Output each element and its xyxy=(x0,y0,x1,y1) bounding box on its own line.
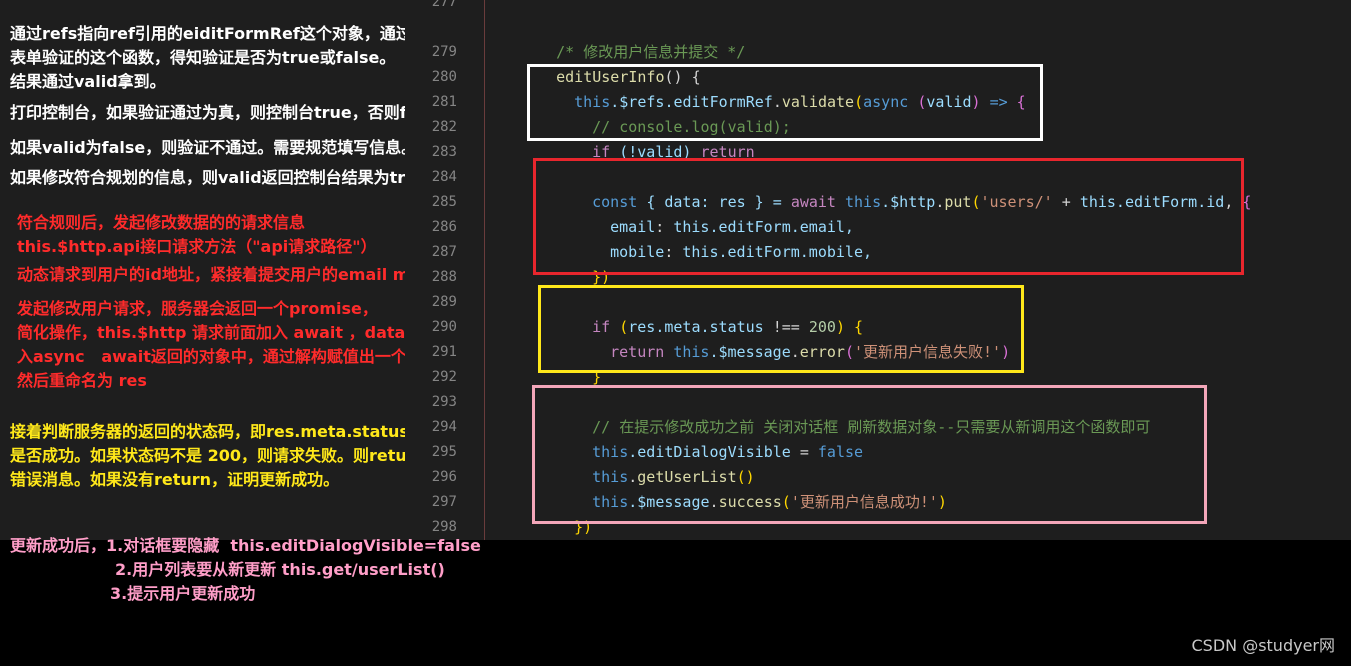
highlight-box-status xyxy=(538,285,1024,373)
line-number: 291 xyxy=(431,344,457,360)
line-number: 281 xyxy=(431,94,457,110)
line-number: 297 xyxy=(431,494,457,510)
note-console: 打印控制台，如果验证通过为真，则控制台true，否则false xyxy=(10,103,444,122)
line-number-gutter: 277 279 280 281 282 283 284 285 286 287 … xyxy=(405,0,496,540)
code-line: /* 修改用户信息并提交 */ xyxy=(520,15,745,61)
line-number: 292 xyxy=(431,369,457,385)
line-number: 277 xyxy=(431,0,457,10)
note-promise-4: 然后重命名为 res xyxy=(17,371,147,390)
highlight-box-success xyxy=(532,385,1207,524)
line-number: 290 xyxy=(431,319,457,335)
note-promise-1: 发起修改用户请求，服务器会返回一个promise， xyxy=(17,299,378,318)
line-number: 296 xyxy=(431,469,457,485)
line-number: 295 xyxy=(431,444,457,460)
line-number: 293 xyxy=(431,394,457,410)
note-success-1: 更新成功后，1.对话框要隐藏 this.editDialogVisible=fa… xyxy=(10,536,481,555)
line-number: 289 xyxy=(431,294,457,310)
line-number: 288 xyxy=(431,269,457,285)
note-validate-3: 结果通过valid拿到。 xyxy=(10,72,166,91)
line-number: 279 xyxy=(431,44,457,60)
line-number: 285 xyxy=(431,194,457,210)
note-request-1: 符合规则后，发起修改数据的的请求信息 xyxy=(17,213,306,232)
line-number: 284 xyxy=(431,169,457,185)
annotation-panel: 通过refs指向ref引用的eiditFormRef这个对象，通过validat… xyxy=(0,0,496,540)
line-number: 282 xyxy=(431,119,457,135)
note-success-2: 2.用户列表要从新更新 this.get/userList() xyxy=(115,560,445,579)
note-status-2: 是否成功。如果状态码不是 200，则请求失败。则return 一个 xyxy=(10,446,464,465)
note-invalid: 如果valid为false，则验证不通过。需要规范填写信息。 xyxy=(10,138,418,157)
indent-guide xyxy=(484,0,485,540)
note-valid: 如果修改符合规划的信息，则valid返回控制台结果为true xyxy=(10,168,428,187)
line-number: 287 xyxy=(431,244,457,260)
line-number: 283 xyxy=(431,144,457,160)
line-number: 286 xyxy=(431,219,457,235)
note-validate-2: 表单验证的这个函数，得知验证是否为true或false。 xyxy=(10,48,396,67)
summary-panel: 更新成功后，1.对话框要隐藏 this.editDialogVisible=fa… xyxy=(0,536,1351,666)
highlight-box-request xyxy=(533,158,1244,275)
note-request-2: this.$http.api接口请求方法（"api请求路径"） xyxy=(17,237,377,256)
note-promise-2: 简化操作，this.$http 请求前面加入 await ，data之前加 xyxy=(17,323,454,342)
line-number: 280 xyxy=(431,69,457,85)
line-number: 294 xyxy=(431,419,457,435)
note-success-3: 3.提示用户更新成功 xyxy=(110,584,256,603)
code-editor[interactable]: /* 修改用户信息并提交 */ editUserInfo() { this.$r… xyxy=(495,0,1351,561)
highlight-box-validate xyxy=(527,64,1043,141)
note-status-3: 错误消息。如果没有return，证明更新成功。 xyxy=(10,470,340,489)
code-line: editUserInfo() { xyxy=(520,40,701,86)
watermark: CSDN @studyer网 xyxy=(1191,636,1335,655)
